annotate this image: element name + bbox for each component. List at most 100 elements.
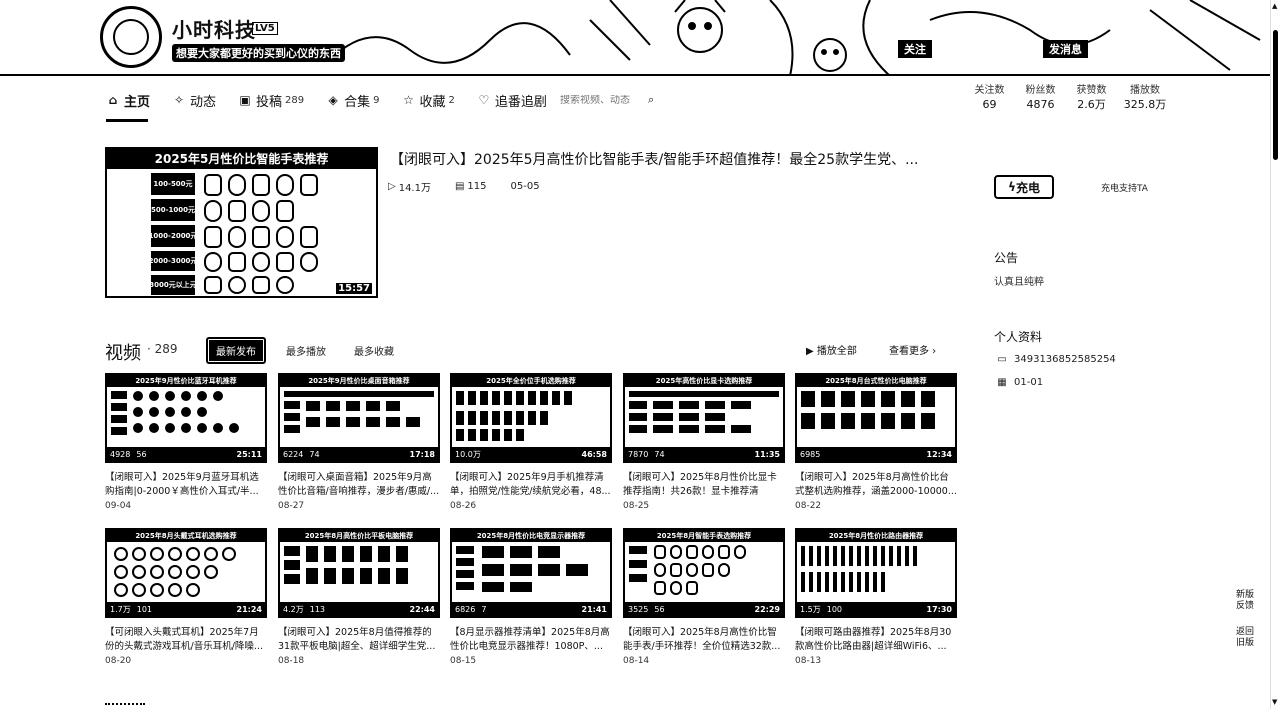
video-thumbnail[interactable]: 2025年9月性价比蓝牙耳机推荐 4928 56 25:11 bbox=[105, 373, 267, 463]
comment-count: 101 bbox=[136, 604, 153, 614]
user-stats: 关注数 69 粉丝数 4876 获赞数 2.6万 播放数 325.8万 bbox=[964, 84, 1173, 112]
feedback-button[interactable]: 新版反馈 bbox=[1235, 590, 1255, 612]
video-title[interactable]: 【闭眼可入】2025年8月高性价比台式整机选购推荐，涵盖2000-10000..… bbox=[795, 471, 957, 499]
upload-icon: ▣ bbox=[239, 93, 251, 107]
sort-most-favorited[interactable]: 最多收藏 bbox=[346, 339, 402, 362]
video-thumbnail[interactable]: 2025年8月智能手表选购推荐 3525 56 22:29 bbox=[623, 528, 785, 618]
video-thumbnail[interactable]: 2025年8月性价比电竞显示器推荐 6826 7 21:41 bbox=[450, 528, 612, 618]
video-card[interactable]: 2025年8月智能手表选购推荐 3525 56 22:29 【闭眼可入】2025年8… bbox=[623, 528, 785, 666]
search-input[interactable] bbox=[560, 94, 644, 106]
user-signature: 想要大家都更好的买到心仪的东西 bbox=[172, 44, 345, 62]
thumbnail-title: 2025年高性价比显卡选购推荐 bbox=[625, 375, 783, 387]
video-title[interactable]: 【可闭眼入头戴式耳机】2025年7月份的头戴式游戏耳机/音乐耳机/降噪... bbox=[105, 626, 267, 654]
thumbnail-stats: 6826 7 21:41 bbox=[452, 602, 610, 616]
video-title[interactable]: 【闭眼可入桌面音箱】2025年9月高性价比音箱/音响推荐，漫步者/惠威/... bbox=[278, 471, 440, 499]
video-thumbnail[interactable]: 2025年9月性价比桌面音箱推荐 6224 74 17:18 bbox=[278, 373, 440, 463]
video-card[interactable]: 2025年高性价比显卡选购推荐 7870 74 11:35 【闭眼可入】2025年8… bbox=[623, 373, 785, 511]
tab-collections[interactable]: ◈ 合集 9 bbox=[326, 91, 380, 110]
play-count: 6224 bbox=[283, 449, 304, 459]
scrollbar-thumb[interactable] bbox=[1273, 30, 1278, 160]
video-date: 08-18 bbox=[278, 656, 305, 666]
play-count: 6826 bbox=[455, 604, 476, 614]
stat-value: 4876 bbox=[1026, 98, 1055, 111]
birthday-value: 01-01 bbox=[1014, 377, 1044, 388]
thumbnail-title: 2025年9月性价比桌面音箱推荐 bbox=[280, 375, 438, 387]
video-card[interactable]: 2025年9月性价比蓝牙耳机推荐 4928 56 25:11 【闭眼可入】2025年… bbox=[105, 373, 267, 511]
featured-video-thumbnail[interactable]: 2025年5月性价比智能手表推荐 100-500元 500-1000元 1000… bbox=[105, 147, 378, 298]
dynamic-icon: ✧ bbox=[173, 93, 185, 107]
video-duration: 46:58 bbox=[581, 449, 607, 459]
play-count: 10.0万 bbox=[455, 449, 481, 459]
charge-button[interactable]: ϟ 充电 bbox=[994, 175, 1054, 199]
sort-latest[interactable]: 最新发布 bbox=[206, 337, 266, 364]
search-icon[interactable]: ⌕ bbox=[648, 93, 654, 107]
stat-label: 粉丝数 bbox=[1025, 85, 1056, 96]
play-count: 1.5万 bbox=[800, 604, 821, 614]
video-thumbnail[interactable]: 2025年全价位手机选购推荐 10.0万 46:58 bbox=[450, 373, 612, 463]
uid-icon: ▭ bbox=[997, 354, 1007, 365]
tab-dynamic[interactable]: ✧ 动态 bbox=[172, 91, 216, 110]
stat-label: 播放数 bbox=[1130, 85, 1160, 96]
comment-count: 7 bbox=[481, 604, 487, 614]
thumbnail-stats: 1.5万 100 17:30 bbox=[797, 602, 955, 616]
stat-following[interactable]: 关注数 69 bbox=[964, 84, 1015, 112]
video-title[interactable]: 【闭眼可入】2025年8月值得推荐的31款平板电脑|超全、超详细学生党... bbox=[278, 626, 440, 654]
stat-plays: 播放数 325.8万 bbox=[1117, 84, 1173, 112]
video-title[interactable]: 【闭眼可入】2025年9月手机推荐清单，拍照党/性能党/续航党必看，48... bbox=[450, 471, 612, 499]
message-button[interactable]: 发消息 bbox=[1043, 40, 1088, 58]
video-title[interactable]: 【8月显示器推荐清单】2025年8月高性价比电竞显示器推荐！1080P、... bbox=[450, 626, 612, 654]
scroll-up-arrow-icon[interactable]: ▲ bbox=[1272, 2, 1277, 10]
tab-bangumi[interactable]: ♡ 追番追剧 bbox=[477, 91, 547, 110]
thumbnail-art bbox=[629, 391, 779, 433]
tab-favorites[interactable]: ☆ 收藏 2 bbox=[402, 91, 455, 110]
comment-count: 56 bbox=[654, 604, 665, 614]
video-card[interactable]: 2025年8月性价比电竞显示器推荐 6826 7 21:41 【8月显示器推荐清单】… bbox=[450, 528, 612, 666]
follow-button[interactable]: 关注 bbox=[898, 40, 932, 58]
video-duration: 11:35 bbox=[754, 449, 780, 459]
video-thumbnail[interactable]: 2025年8月高性价比平板电脑推荐 4.2万 113 22:44 bbox=[278, 528, 440, 618]
comment-count: 113 bbox=[309, 604, 326, 614]
tab-home[interactable]: ⌂ 主页 bbox=[106, 91, 150, 110]
banner-illustration bbox=[330, 0, 1261, 74]
video-card[interactable]: 2025年8月台式性价比电脑推荐 6985 12:34 【闭眼可入】2025年8月… bbox=[795, 373, 957, 511]
video-thumbnail[interactable]: 2025年高性价比显卡选购推荐 7870 74 11:35 bbox=[623, 373, 785, 463]
thumbnail-art bbox=[284, 546, 408, 584]
video-card[interactable]: 2025年8月头戴式耳机选购推荐 1.7万 101 21:24 【可闭眼入头戴式耳机… bbox=[105, 528, 267, 666]
video-title[interactable]: 【闭眼可入】2025年8月高性价比智能手表/手环推荐！全价位精选32款... bbox=[623, 626, 785, 654]
heart-icon: ♡ bbox=[478, 93, 490, 107]
space-search: ⌕ bbox=[560, 92, 668, 108]
featured-video-title[interactable]: 【闭眼可入】2025年5月高性价比智能手表/智能手环超值推荐！最全25款学生党、… bbox=[390, 149, 960, 169]
scrollbar[interactable]: ▲ ▼ bbox=[1270, 0, 1280, 709]
video-card[interactable]: 2025年全价位手机选购推荐 10.0万 46:58 【闭眼可入】2025年9月手… bbox=[450, 373, 612, 511]
video-title[interactable]: 【闭眼可入】2025年9月蓝牙耳机选购指南|0-2000￥高性价入耳式/半... bbox=[105, 471, 267, 499]
video-card[interactable]: 2025年9月性价比桌面音箱推荐 6224 74 17:18 【闭眼可入桌面音箱】2… bbox=[278, 373, 440, 511]
video-title[interactable]: 【闭眼可入】2025年8月性价比显卡推荐指南！共26款！显卡推荐清单！... bbox=[623, 471, 785, 499]
avatar[interactable] bbox=[100, 6, 162, 68]
stat-label: 关注数 bbox=[974, 85, 1005, 96]
video-title[interactable]: 【闭眼可路由器推荐】2025年8月30款高性价比路由器|超详细WiFi6、... bbox=[795, 626, 957, 654]
thumbnail-art bbox=[111, 391, 239, 435]
video-thumbnail[interactable]: 2025年8月头戴式耳机选购推荐 1.7万 101 21:24 bbox=[105, 528, 267, 618]
video-date: 08-25 bbox=[623, 501, 650, 511]
thumbnail-stats: 6224 74 17:18 bbox=[280, 447, 438, 461]
charge-support-text: 充电支持TA bbox=[1101, 184, 1148, 194]
video-duration: 17:18 bbox=[409, 449, 435, 459]
thumbnail-art bbox=[114, 547, 236, 597]
videos-section-count: · 289 bbox=[147, 342, 178, 356]
return-old-version-button[interactable]: 返回旧版 bbox=[1235, 627, 1255, 649]
video-thumbnail[interactable]: 2025年8月台式性价比电脑推荐 6985 12:34 bbox=[795, 373, 957, 463]
play-all-button[interactable]: ▶ 播放全部 bbox=[806, 342, 857, 357]
video-card[interactable]: 2025年8月性价比路由器推荐 1.5万 100 17:30 【闭眼可路由器推荐】2… bbox=[795, 528, 957, 666]
stat-value: 325.8万 bbox=[1123, 98, 1167, 111]
stat-fans[interactable]: 粉丝数 4876 bbox=[1015, 84, 1066, 112]
video-thumbnail[interactable]: 2025年8月性价比路由器推荐 1.5万 100 17:30 bbox=[795, 528, 957, 618]
tab-label: 收藏 bbox=[419, 94, 446, 110]
thumbnail-title: 2025年8月性价比电竞显示器推荐 bbox=[452, 530, 610, 542]
play-count: 1.7万 bbox=[110, 604, 131, 614]
scroll-down-arrow-icon[interactable]: ▼ bbox=[1272, 698, 1277, 706]
sort-most-played[interactable]: 最多播放 bbox=[278, 339, 334, 362]
tab-uploads[interactable]: ▣ 投稿 289 bbox=[238, 91, 304, 110]
calendar-icon: ▦ bbox=[997, 377, 1007, 388]
video-card[interactable]: 2025年8月高性价比平板电脑推荐 4.2万 113 22:44 【闭眼可入】202… bbox=[278, 528, 440, 666]
see-more-button[interactable]: 查看更多 › bbox=[889, 342, 936, 357]
